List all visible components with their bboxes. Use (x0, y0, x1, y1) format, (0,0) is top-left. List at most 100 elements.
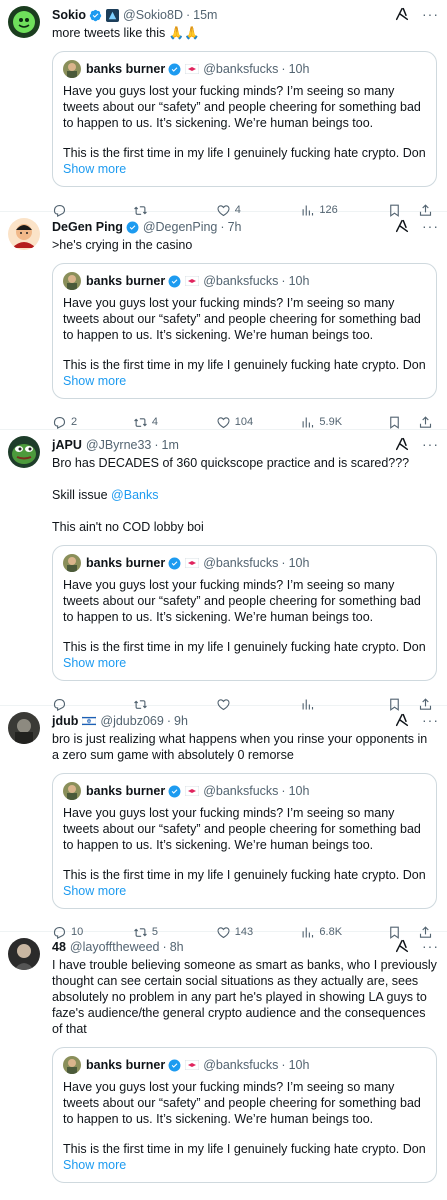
quoted-text-line: Have you guys lost your fucking minds? I… (63, 296, 421, 342)
quoted-author-name: banks burner (86, 274, 166, 288)
quoted-text: Have you guys lost your fucking minds? I… (63, 805, 426, 899)
tweet-text: >he's crying in the casino (52, 238, 193, 252)
quoted-avatar (63, 1056, 81, 1074)
avatar[interactable] (8, 6, 40, 38)
timestamp[interactable]: 1m (162, 438, 179, 452)
author-name[interactable]: 48 (52, 940, 66, 954)
quoted-avatar (63, 782, 81, 800)
show-more-link[interactable]: Show more (63, 655, 426, 671)
author-handle[interactable]: @layofftheweed (70, 940, 160, 954)
quoted-text-line: This is the first time in my life I genu… (63, 146, 426, 160)
quoted-avatar (63, 272, 81, 290)
repost-button[interactable]: 4 (133, 415, 216, 430)
quoted-text: Have you guys lost your fucking minds? I… (63, 577, 426, 671)
quoted-avatar (63, 554, 81, 572)
author-handle[interactable]: @DegenPing (143, 220, 218, 234)
quoted-avatar (63, 60, 81, 78)
share-button[interactable] (418, 415, 437, 430)
like-icon (217, 416, 230, 428)
show-more-link[interactable]: Show more (63, 1157, 426, 1173)
show-more-link[interactable]: Show more (63, 883, 426, 899)
timestamp[interactable]: 9h (174, 714, 188, 728)
grok-icon[interactable] (394, 938, 410, 954)
grok-icon[interactable] (394, 218, 410, 234)
quoted-timestamp: 10h (288, 784, 310, 798)
avatar[interactable] (8, 436, 40, 468)
tweet[interactable]: jdub @jdubz069 · 9h bro is just realizin… (0, 706, 447, 939)
grok-icon[interactable] (394, 6, 410, 22)
timestamp[interactable]: 7h (228, 220, 242, 234)
quoted-author-handle: @banksfucks (203, 1058, 279, 1072)
quoted-text-line: This is the first time in my life I genu… (63, 1142, 426, 1156)
mention-link[interactable]: @Banks (111, 488, 158, 502)
tweet[interactable]: 48 @layofftheweed · 8h I have trouble be… (0, 932, 447, 1200)
quoted-tweet[interactable]: banks burner @banksfucks · 10h Have you … (52, 263, 437, 399)
author-handle[interactable]: @JByrne33 (86, 438, 152, 452)
author-name[interactable]: jAPU (52, 438, 82, 452)
avatar[interactable] (8, 938, 40, 970)
author-name[interactable]: Sokio (52, 8, 86, 22)
quoted-author-name: banks burner (86, 784, 166, 798)
quoted-text-line: This is the first time in my life I genu… (63, 640, 426, 654)
verified-badge-icon (89, 9, 102, 21)
separator-dot: · (185, 8, 191, 22)
quoted-text: Have you guys lost your fucking minds? I… (63, 1079, 426, 1173)
quoted-tweet[interactable]: banks burner @banksfucks · 10h Have you … (52, 51, 437, 187)
tweet[interactable]: Sokio @Sokio8D · 15m more tweets like th… (0, 0, 447, 217)
flag-icon (185, 64, 200, 74)
quoted-timestamp: 10h (288, 274, 310, 288)
author-handle[interactable]: @jdubz069 (100, 714, 163, 728)
more-icon[interactable]: ··· (422, 219, 439, 233)
verified-badge-icon (168, 785, 181, 797)
quoted-author-handle: @banksfucks (203, 274, 279, 288)
verified-badge-icon (168, 557, 181, 569)
more-icon[interactable]: ··· (422, 437, 439, 451)
grok-icon[interactable] (394, 712, 410, 728)
quoted-text-line: Have you guys lost your fucking minds? I… (63, 1080, 421, 1126)
tweet[interactable]: jAPU @JByrne33 · 1m Bro has DECADES of 3… (0, 430, 447, 711)
author-handle[interactable]: @Sokio8D (123, 8, 183, 22)
more-icon[interactable]: ··· (422, 7, 439, 21)
quoted-tweet[interactable]: banks burner @banksfucks · 10h Have you … (52, 545, 437, 681)
timeline-feed: Sokio @Sokio8D · 15m more tweets like th… (0, 0, 447, 1200)
author-name[interactable]: DeGen Ping (52, 220, 123, 234)
quoted-author-name: banks burner (86, 62, 166, 76)
timestamp[interactable]: 15m (193, 8, 217, 22)
bookmark-button[interactable] (387, 415, 406, 430)
more-icon[interactable]: ··· (422, 713, 439, 727)
quoted-text: Have you guys lost your fucking minds? I… (63, 295, 426, 389)
quoted-timestamp: 10h (288, 62, 310, 76)
tweet-text: I have trouble believing someone as smar… (52, 958, 441, 1036)
action-bar: 2 173 (52, 1189, 437, 1200)
quoted-text-line: This is the first time in my life I genu… (63, 358, 426, 372)
repost-icon (134, 417, 147, 427)
verified-badge-icon (168, 63, 181, 75)
tweet-text: Bro has DECADES of 360 quickscope practi… (52, 456, 410, 534)
avatar[interactable] (8, 218, 40, 250)
show-more-link[interactable]: Show more (63, 373, 426, 389)
avatar[interactable] (8, 712, 40, 744)
tweet-text: bro is just realizing what happens when … (52, 732, 431, 762)
quoted-author-handle: @banksfucks (203, 556, 279, 570)
flag-icon (185, 276, 200, 286)
author-name[interactable]: jdub (52, 714, 78, 728)
tweet[interactable]: DeGen Ping @DegenPing · 7h >he's crying … (0, 212, 447, 430)
views-button[interactable]: 5.9K (300, 415, 387, 430)
quoted-tweet[interactable]: banks burner @banksfucks · 10h Have you … (52, 773, 437, 909)
flag-icon (185, 1060, 200, 1070)
quoted-timestamp: 10h (288, 556, 310, 570)
like-button[interactable]: 104 (216, 415, 301, 430)
quoted-text: Have you guys lost your fucking minds? I… (63, 83, 426, 177)
bookmark-icon (390, 416, 399, 429)
timestamp[interactable]: 8h (170, 940, 184, 954)
flag-icon (185, 786, 200, 796)
show-more-link[interactable]: Show more (63, 161, 426, 177)
quoted-text-line: Have you guys lost your fucking minds? I… (63, 84, 421, 130)
more-icon[interactable]: ··· (422, 939, 439, 953)
quoted-author-name: banks burner (86, 1058, 166, 1072)
quoted-tweet[interactable]: banks burner @banksfucks · 10h Have you … (52, 1047, 437, 1183)
verified-badge-icon (168, 1059, 181, 1071)
grok-icon[interactable] (394, 436, 410, 452)
quoted-text-line: Have you guys lost your fucking minds? I… (63, 806, 421, 852)
reply-button[interactable]: 2 (52, 415, 133, 430)
